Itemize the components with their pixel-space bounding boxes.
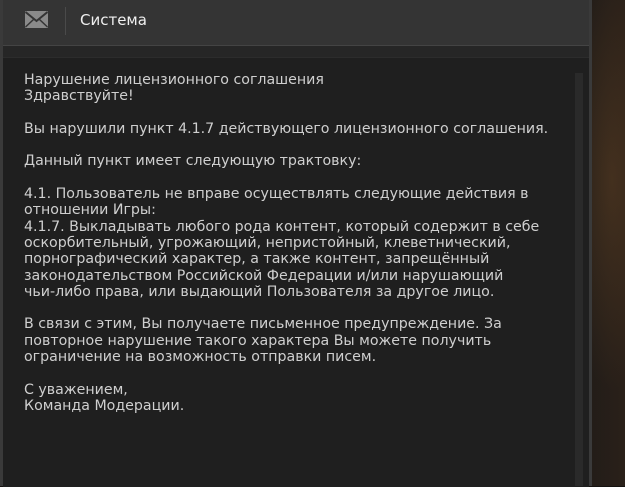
clause-line: чьи-либо права, или выдающий Пользовател… [24,283,495,300]
sender-title: Система [80,11,147,29]
message-greeting: Здравствуйте! [24,88,134,105]
signature-text: Команда Модерации. [24,397,185,414]
clause-line: 4.1.7. Выкладывать любого рода контент, … [24,218,540,235]
clause-line: порнографический характер, а также конте… [24,251,490,268]
clause-line: законодательством Российской Федерации и… [24,267,504,284]
message-subject: Нарушение лицензионного соглашения [24,72,324,88]
interpretation-intro: Данный пункт имеет следующую трактовку: [24,153,362,170]
clause-line: 4.1. Пользователь не вправе осуществлять… [24,186,529,203]
warning-line: ограничение на возможность отправки писе… [24,349,377,366]
message-header: Система [3,0,589,46]
closing-text: С уважением, [24,381,128,398]
header-divider [65,7,66,35]
warning-line: повторное нарушение такого характера Вы … [24,332,492,349]
clause-line: оскорбительный, угрожающий, непристойный… [24,234,511,251]
warning-line: В связи с этим, Вы получаете письменное … [24,316,502,333]
mail-icon [25,11,48,28]
violation-text: Вы нарушили пункт 4.1.7 действующего лиц… [24,120,549,137]
scrollbar[interactable] [575,73,583,486]
message-body: Нарушение лицензионного соглашения Здрав… [24,72,574,431]
clause-line: отношении Игры: [24,202,156,219]
